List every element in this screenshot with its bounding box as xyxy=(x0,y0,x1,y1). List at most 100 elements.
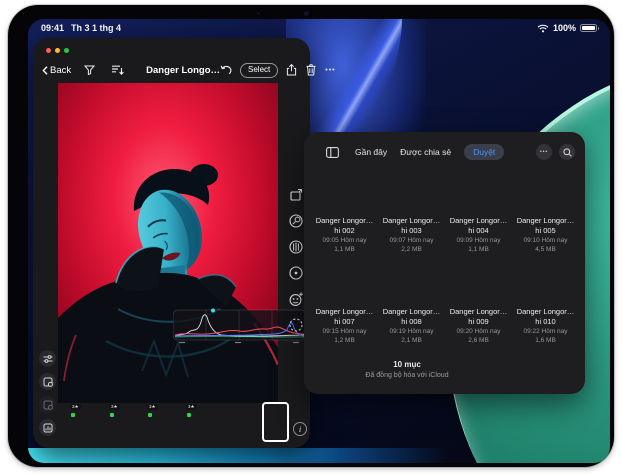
clone-icon[interactable] xyxy=(288,264,305,281)
icloud-sync-status: Đã đồng bộ hóa với iCloud xyxy=(365,372,449,379)
editor-toolbar: Back Danger Longo… Select ••• xyxy=(33,59,335,81)
file-item[interactable]: Danger Longor…hi 002 09:05 Hôm nay 1,1 M… xyxy=(313,172,376,254)
file-size: 1,1 MB xyxy=(334,246,355,253)
chevron-left-icon xyxy=(42,65,48,75)
filmstrip-thumb[interactable]: 3★ xyxy=(145,402,182,442)
files-footer: 10 mục Đã đồng bộ hóa với iCloud xyxy=(304,360,510,379)
ipad-screen: 09:41 Th 3 1 thg 4 100% Back Danger Long… xyxy=(28,19,610,463)
filmstrip-thumb[interactable] xyxy=(58,402,66,442)
file-item[interactable]: Danger Longor…hi 010 09:22 Hôm nay 1,6 M… xyxy=(514,263,577,345)
file-name: Danger Longor…hi 010 xyxy=(516,307,575,326)
edited-indicator xyxy=(110,413,114,417)
histogram-toggle-icon[interactable] xyxy=(39,419,56,436)
file-size: 1,6 MB xyxy=(535,337,556,344)
wifi-icon xyxy=(537,24,549,33)
file-time: 09:05 Hôm nay xyxy=(322,236,367,244)
edited-indicator xyxy=(187,413,191,417)
tab-shared[interactable]: Được chia sẻ xyxy=(400,144,451,160)
file-time: 09:20 Hôm nay xyxy=(456,327,501,335)
tab-browse[interactable]: Duyệt xyxy=(464,144,505,160)
adjustments-icon[interactable] xyxy=(288,238,305,255)
file-size: 1,2 MB xyxy=(334,337,355,344)
edited-indicator xyxy=(71,413,75,417)
search-icon[interactable] xyxy=(559,144,575,160)
trash-icon[interactable] xyxy=(306,64,316,76)
fullscreen-window-button[interactable] xyxy=(64,48,69,53)
file-thumbnail xyxy=(323,263,367,303)
sidebar-toggle-icon[interactable] xyxy=(326,146,339,158)
filmstrip-thumb[interactable]: 3★ xyxy=(184,402,221,442)
file-time: 09:22 Hôm nay xyxy=(523,327,568,335)
file-thumbnail xyxy=(390,263,434,303)
file-time: 09:15 Hôm nay xyxy=(322,327,367,335)
files-tabs: Gần đây Được chia sẻ Duyệt xyxy=(355,144,505,160)
file-size: 2,1 MB xyxy=(401,337,422,344)
file-size: 2,2 MB xyxy=(401,246,422,253)
wallpaper-cyan-glow xyxy=(28,448,610,463)
file-item[interactable]: Danger Longor…hi 007 09:15 Hôm nay 1,2 M… xyxy=(313,263,376,345)
battery-percent: 100% xyxy=(552,23,576,33)
more-icon[interactable]: ••• xyxy=(325,67,335,74)
copy-adjustments-icon[interactable] xyxy=(39,373,56,390)
sort-icon[interactable] xyxy=(112,65,124,75)
close-window-button[interactable] xyxy=(46,48,51,53)
rating-badge: 3★ xyxy=(109,404,120,410)
back-button[interactable]: Back xyxy=(42,65,71,76)
file-thumbnail xyxy=(390,172,434,212)
file-item[interactable]: Danger Longor…hi 009 09:20 Hôm nay 2,6 M… xyxy=(447,263,510,345)
file-thumbnail xyxy=(457,263,501,303)
status-time: 09:41 xyxy=(41,23,65,33)
photo-canvas[interactable] xyxy=(58,83,278,403)
file-item[interactable]: Danger Longor…hi 003 09:07 Hôm nay 2,2 M… xyxy=(380,172,443,254)
repair-icon[interactable] xyxy=(288,212,305,229)
files-header: Gần đây Được chia sẻ Duyệt ••• xyxy=(304,141,585,163)
retouch-icon[interactable] xyxy=(288,290,305,307)
selection-icon[interactable] xyxy=(288,316,305,333)
minimize-window-button[interactable] xyxy=(55,48,60,53)
filmstrip-thumb[interactable] xyxy=(246,402,260,442)
ipad-device-frame: 09:41 Th 3 1 thg 4 100% Back Danger Long… xyxy=(8,5,614,467)
back-label: Back xyxy=(50,64,72,76)
filmstrip-thumb-selected[interactable] xyxy=(262,402,289,442)
select-button[interactable]: Select xyxy=(240,62,279,78)
file-item[interactable]: Danger Longor…hi 004 09:09 Hôm nay 1,1 M… xyxy=(447,172,510,254)
side-buttons xyxy=(39,350,56,436)
filmstrip-thumb[interactable]: 3★ xyxy=(68,402,105,442)
filmstrip: 3★ 3★ 3★ 3★ xyxy=(58,402,289,442)
info-button[interactable]: i xyxy=(293,422,307,436)
file-time: 09:07 Hôm nay xyxy=(389,236,434,244)
paste-adjustments-icon[interactable] xyxy=(39,396,56,413)
page: 09:41 Th 3 1 thg 4 100% Back Danger Long… xyxy=(0,0,622,476)
share-icon[interactable] xyxy=(286,64,297,76)
window-controls[interactable] xyxy=(46,48,69,53)
ml-enhance-icon[interactable] xyxy=(39,350,56,367)
file-name: Danger Longor…hi 003 xyxy=(382,216,441,235)
file-size: 4,5 MB xyxy=(535,246,556,253)
filmstrip-thumb[interactable]: 3★ xyxy=(107,402,143,442)
file-thumbnail xyxy=(524,263,568,303)
file-item[interactable]: Danger Longor…hi 005 09:10 Hôm nay 4,5 M… xyxy=(514,172,577,254)
tab-recents[interactable]: Gần đây xyxy=(355,144,387,160)
file-thumbnail xyxy=(524,172,568,212)
file-name: Danger Longor…hi 008 xyxy=(382,307,441,326)
file-time: 09:10 Hôm nay xyxy=(523,236,568,244)
crop-icon[interactable] xyxy=(288,186,305,203)
item-count: 10 mục xyxy=(393,360,421,369)
file-size: 1,1 MB xyxy=(468,246,489,253)
rating-badge: 3★ xyxy=(70,404,81,410)
file-item[interactable]: Danger Longor…hi 008 09:19 Hôm nay 2,1 M… xyxy=(380,263,443,345)
document-title: Danger Longo… xyxy=(146,64,221,76)
status-date: Th 3 1 thg 4 xyxy=(71,23,122,33)
filter-icon[interactable] xyxy=(84,65,96,75)
file-time: 09:19 Hôm nay xyxy=(389,327,434,335)
files-grid: Danger Longor…hi 002 09:05 Hôm nay 1,1 M… xyxy=(313,172,577,345)
file-time: 09:09 Hôm nay xyxy=(456,236,501,244)
file-thumbnail xyxy=(323,172,367,212)
rating-badge: 3★ xyxy=(147,404,158,410)
filmstrip-thumb[interactable] xyxy=(223,402,244,442)
files-more-button[interactable]: ••• xyxy=(536,144,552,160)
front-camera xyxy=(304,11,309,16)
undo-icon[interactable] xyxy=(220,65,232,75)
file-name: Danger Longor…hi 002 xyxy=(315,216,374,235)
file-thumbnail xyxy=(457,172,501,212)
